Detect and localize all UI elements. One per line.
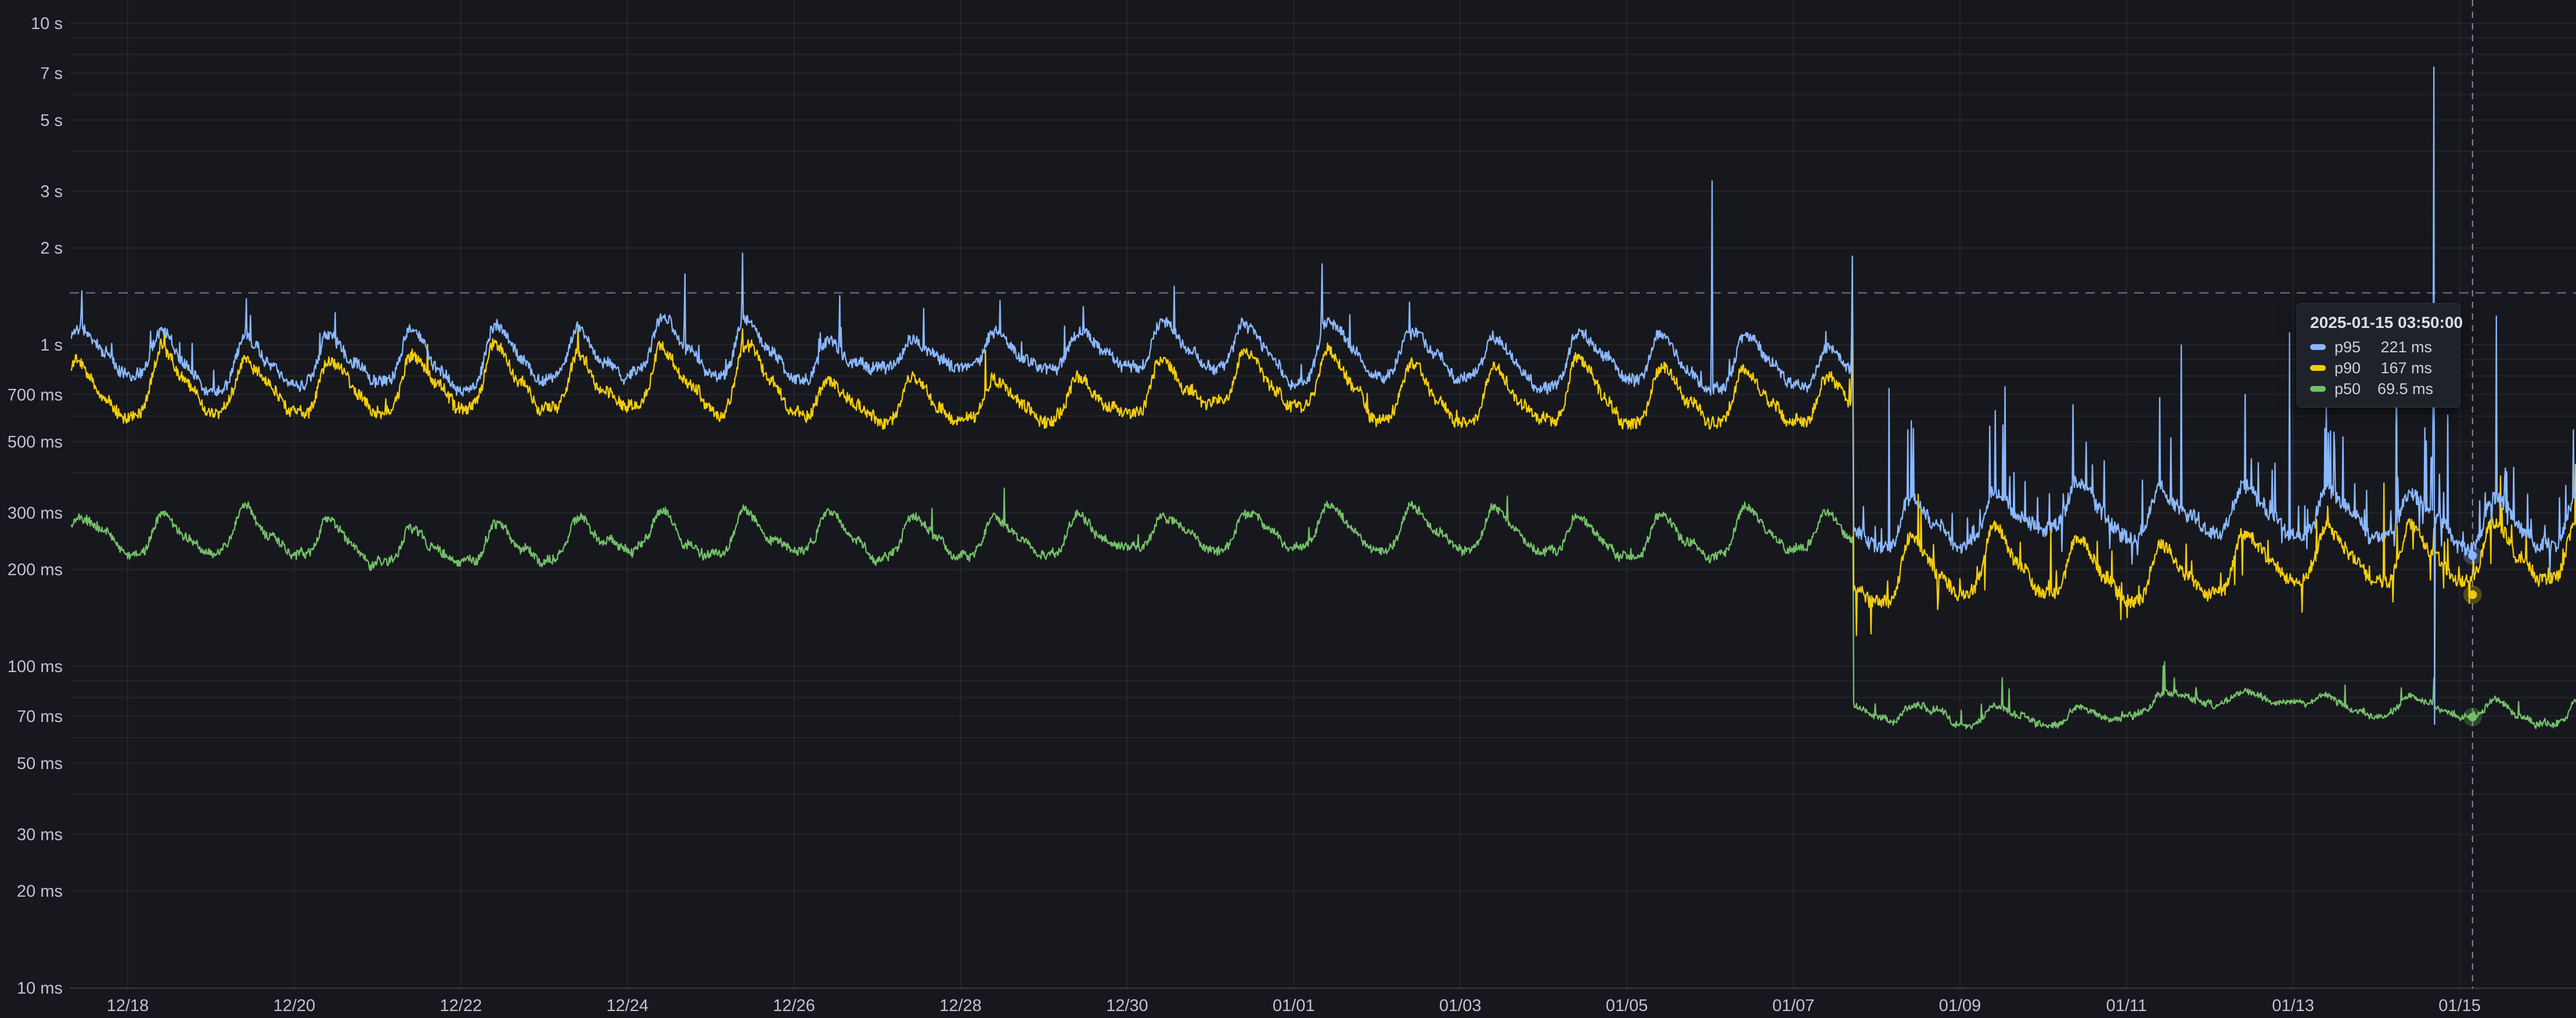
series-marker-p95-icon <box>2310 344 2326 350</box>
x-tick-label: 12/22 <box>440 997 482 1015</box>
tooltip-timestamp: 2025-01-15 03:50:00 <box>2310 313 2448 333</box>
tooltip-series-label: p90 <box>2334 359 2377 377</box>
x-tick-label: 01/13 <box>2272 997 2314 1015</box>
x-tick-label: 12/18 <box>107 997 149 1015</box>
tooltip-series-label: p95 <box>2334 338 2377 356</box>
chart-tooltip: 2025-01-15 03:50:00 p95 221 ms p90 167 m… <box>2297 303 2460 407</box>
x-tick-label: 01/11 <box>2106 997 2147 1015</box>
tooltip-row-p95: p95 221 ms <box>2310 337 2448 358</box>
series-marker-p50-icon <box>2310 386 2326 392</box>
x-tick-label: 12/20 <box>273 997 316 1015</box>
y-tick-label: 70 ms <box>17 707 63 726</box>
x-tick-label: 12/26 <box>773 997 815 1015</box>
y-tick-label: 10 ms <box>17 979 63 998</box>
tooltip-series-value: 69.5 ms <box>2377 380 2433 398</box>
hover-dot-p95 <box>2468 551 2477 560</box>
tooltip-series-value: 221 ms <box>2380 338 2432 356</box>
y-tick-label: 300 ms <box>8 504 63 523</box>
tooltip-row-p90: p90 167 ms <box>2310 358 2448 378</box>
x-tick-label: 12/24 <box>606 997 648 1015</box>
y-axis-labels: 10 s 7 s 5 s 3 s 2 s 1 s 700 ms 500 ms 300 ms 200… <box>8 15 63 998</box>
y-tick-label: 500 ms <box>8 433 63 452</box>
y-tick-label: 700 ms <box>8 386 63 405</box>
y-tick-label: 10 s <box>31 15 63 33</box>
x-tick-label: 01/03 <box>1439 997 1482 1015</box>
y-tick-label: 7 s <box>40 64 63 83</box>
latency-chart-canvas[interactable]: 10 s 7 s 5 s 3 s 2 s 1 s 700 ms 500 ms 300 ms 200… <box>0 0 2576 1018</box>
y-tick-label: 5 s <box>40 111 63 130</box>
x-tick-label: 01/01 <box>1273 997 1315 1015</box>
x-tick-label: 12/28 <box>939 997 982 1015</box>
latency-panel: 10 s 7 s 5 s 3 s 2 s 1 s 700 ms 500 ms 300 ms 200… <box>0 0 2576 1018</box>
p50-line <box>71 488 2576 729</box>
y-tick-label: 20 ms <box>17 882 63 901</box>
grid-lines <box>70 0 2576 988</box>
x-axis-labels: 12/18 12/20 12/22 12/24 12/26 12/28 12/30 01/01… <box>107 997 2481 1015</box>
tooltip-series-value: 167 ms <box>2380 359 2432 377</box>
series-layer <box>71 67 2576 729</box>
x-tick-label: 01/07 <box>1772 997 1815 1015</box>
series-marker-p90-icon <box>2310 365 2326 371</box>
x-tick-label: 12/30 <box>1106 997 1148 1015</box>
tooltip-row-p50: p50 69.5 ms <box>2310 378 2448 399</box>
p90-line <box>71 325 2576 636</box>
y-tick-label: 2 s <box>40 239 63 258</box>
hover-dot-p90 <box>2468 590 2477 599</box>
tooltip-series-label: p50 <box>2334 380 2377 398</box>
y-tick-label: 3 s <box>40 183 63 201</box>
x-tick-label: 01/09 <box>1939 997 1981 1015</box>
x-tick-label: 01/05 <box>1606 997 1648 1015</box>
x-tick-label: 01/15 <box>2438 997 2481 1015</box>
y-tick-label: 30 ms <box>17 826 63 844</box>
y-tick-label: 200 ms <box>8 561 63 579</box>
y-tick-label: 1 s <box>40 336 63 355</box>
y-tick-label: 100 ms <box>8 658 63 676</box>
y-tick-label: 50 ms <box>17 755 63 773</box>
hover-dot-p50 <box>2468 713 2477 721</box>
